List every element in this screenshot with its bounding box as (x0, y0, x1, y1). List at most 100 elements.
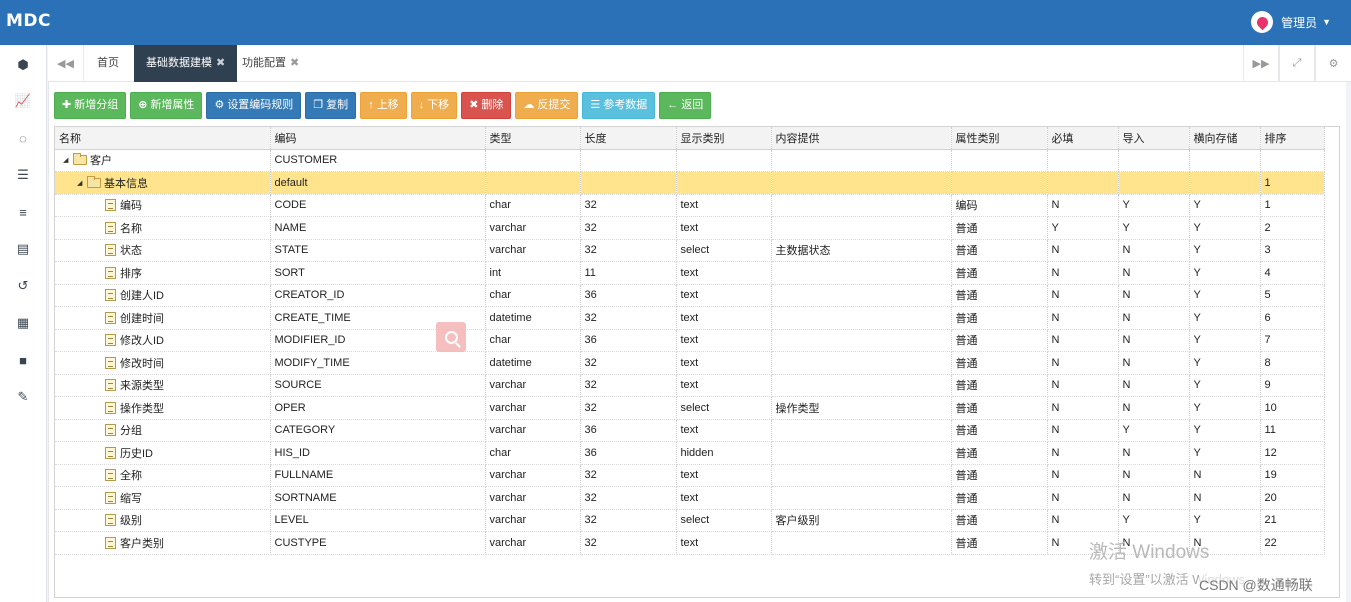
tree-group-row[interactable]: ◢ 基本信息 default 1 (55, 171, 1325, 195)
table-row[interactable]: 级别 LEVEL varchar 32 select 客户级别 普通 N Y Y 21 (55, 509, 1325, 532)
table-cell: 4 (1260, 261, 1325, 285)
table-cell: N (1047, 239, 1119, 262)
file-icon (105, 199, 116, 212)
column-header[interactable]: 排序 (1260, 127, 1325, 150)
table-cell: 普通 (951, 531, 1048, 555)
column-header[interactable]: 导入 (1118, 127, 1190, 150)
table-cell: CUSTYPE (270, 531, 486, 555)
sidebar-item-tasks[interactable]: ▤ (14, 240, 32, 258)
table-cell: varchar (485, 419, 581, 442)
sidebar-item-history[interactable]: ↺ (14, 277, 32, 295)
app-logo[interactable]: MDC (6, 11, 51, 31)
plus-circle-icon: ⊕ (138, 99, 148, 111)
column-header[interactable]: 编码 (270, 127, 486, 150)
delete-button[interactable]: ✖ 删除 (461, 92, 512, 119)
column-header[interactable]: 横向存储 (1189, 127, 1261, 150)
add-attribute-button[interactable]: ⊕ 新增属性 (130, 92, 203, 119)
reference-data-button[interactable]: ☰ 参考数据 (582, 92, 656, 119)
close-icon[interactable]: ✖ (290, 57, 299, 69)
user-menu[interactable]: 管理员 ▼ (1251, 11, 1331, 33)
node-label: 操作类型 (120, 402, 164, 415)
table-cell: 22 (1260, 531, 1325, 555)
table-cell: 6 (1260, 306, 1325, 330)
table-cell: 36 (580, 441, 677, 465)
table-cell: text (676, 194, 772, 217)
table-cell (771, 194, 952, 217)
table-row[interactable]: 编码 CODE char 32 text 编码 N Y Y 1 (55, 194, 1325, 217)
table-row[interactable]: 状态 STATE varchar 32 select 主数据状态 普通 N N Y 3 (55, 239, 1325, 262)
sidebar-item-settings[interactable]: ✎ (14, 388, 32, 406)
table-cell: datetime (485, 306, 581, 330)
table-row[interactable]: 缩写 SORTNAME varchar 32 text 普通 N N N 20 (55, 486, 1325, 510)
table-cell: 32 (580, 464, 677, 487)
move-up-button[interactable]: ↑ 上移 (360, 92, 407, 119)
sidebar-item-loading[interactable]: ◌ (14, 129, 32, 147)
table-row[interactable]: 历史ID HIS_ID char 36 hidden 普通 N N Y 12 (55, 441, 1325, 465)
tab-scroll-left-button[interactable]: ◀◀ (48, 45, 84, 82)
table-row[interactable]: 来源类型 SOURCE varchar 32 text 普通 N N Y 9 (55, 374, 1325, 397)
table-cell (771, 216, 952, 240)
copy-button[interactable]: ❐ 复制 (305, 92, 357, 119)
table-row[interactable]: 排序 SORT int 11 text 普通 N N Y 4 (55, 261, 1325, 285)
table-cell: 21 (1260, 509, 1325, 532)
gear-icon[interactable]: ⚙ (1315, 45, 1351, 82)
add-group-button[interactable]: ✚ 新增分组 (54, 92, 127, 119)
column-header[interactable]: 类型 (485, 127, 581, 150)
table-row[interactable]: 创建人ID CREATOR_ID char 36 text 普通 N N Y 5 (55, 284, 1325, 307)
tree-root-row[interactable]: ◢ 客户 CUSTOMER (55, 149, 1325, 172)
fullscreen-button[interactable]: ⤢ (1279, 45, 1315, 82)
table-cell: Y (1118, 216, 1190, 240)
column-header[interactable]: 内容提供 (771, 127, 952, 150)
table-row[interactable]: 创建时间 CREATE_TIME datetime 32 text 普通 N N Y 6 (55, 306, 1325, 330)
back-button[interactable]: ← 返回 (659, 92, 712, 119)
table-cell: N (1047, 441, 1119, 465)
move-down-button[interactable]: ↓ 下移 (410, 92, 458, 119)
table-cell: Y (1189, 194, 1261, 217)
table-cell: 普通 (951, 486, 1048, 510)
tab-1[interactable]: 基础数据建模 ✖ (134, 45, 238, 82)
table-cell: 32 (580, 374, 677, 397)
sidebar-item-home[interactable]: ⬢ (14, 56, 32, 74)
sidebar-item-database[interactable]: ☰ (14, 166, 32, 184)
table-row[interactable]: 操作类型 OPER varchar 32 select 操作类型 普通 N N Y 10 (55, 396, 1325, 420)
tab-scroll-right-button[interactable]: ▶▶ (1243, 45, 1279, 82)
table-cell: 客户级别 (771, 509, 952, 532)
expand-triangle-icon[interactable]: ◢ (63, 156, 73, 164)
tab-0[interactable]: 首页 (85, 45, 131, 82)
table-cell (771, 149, 952, 172)
column-header[interactable]: 显示类别 (676, 127, 772, 150)
table-cell: 32 (580, 486, 677, 510)
table-row[interactable]: 全称 FULLNAME varchar 32 text 普通 N N N 19 (55, 464, 1325, 487)
table-cell: 来源类型 (55, 374, 271, 397)
expand-triangle-icon[interactable]: ◢ (77, 179, 87, 187)
tab-2[interactable]: 功能配置 ✖ (230, 45, 311, 82)
sidebar-item-archive[interactable]: ■ (14, 351, 32, 369)
column-header[interactable]: 属性类别 (951, 127, 1048, 150)
table-cell: 36 (580, 284, 677, 307)
table-cell: 操作类型 (55, 396, 271, 420)
close-icon[interactable]: ✖ (216, 57, 225, 69)
set-code-rule-button[interactable]: ⚙ 设置编码规则 (206, 92, 302, 119)
column-header[interactable]: 必填 (1047, 127, 1119, 150)
table-cell (1118, 171, 1190, 195)
node-label: 创建人ID (120, 290, 164, 303)
table-cell: N (1047, 509, 1119, 532)
table-row[interactable]: 修改时间 MODIFY_TIME datetime 32 text 普通 N N Y 8 (55, 351, 1325, 375)
table-cell: 10 (1260, 396, 1325, 420)
table-cell (771, 374, 952, 397)
toolbar: ✚ 新增分组 ⊕ 新增属性 ⚙ 设置编码规则 ❐ 复制 ↑ 上移 ↓ 下移 ✖ 删除 ☁ 反提交… (54, 92, 715, 119)
column-header[interactable]: 名称 (55, 127, 271, 150)
table-row[interactable]: 名称 NAME varchar 32 text 普通 Y Y Y 2 (55, 216, 1325, 240)
sidebar-item-list[interactable]: ≡ (14, 203, 32, 221)
floating-search-icon[interactable] (436, 322, 466, 352)
table-row[interactable]: 分组 CATEGORY varchar 36 text 普通 N Y Y 11 (55, 419, 1325, 442)
unsubmit-button[interactable]: ☁ 反提交 (515, 92, 579, 119)
table-row[interactable]: 修改人ID MODIFIER_ID char 36 text 普通 N N Y 7 (55, 329, 1325, 352)
sidebar-item-film[interactable]: ▦ (14, 314, 32, 332)
table-cell: 操作类型 (771, 396, 952, 420)
table-cell: 32 (580, 239, 677, 262)
sidebar-item-chart[interactable]: 📈 (14, 92, 32, 110)
table-cell: N (1047, 261, 1119, 285)
table-cell (771, 284, 952, 307)
column-header[interactable]: 长度 (580, 127, 677, 150)
